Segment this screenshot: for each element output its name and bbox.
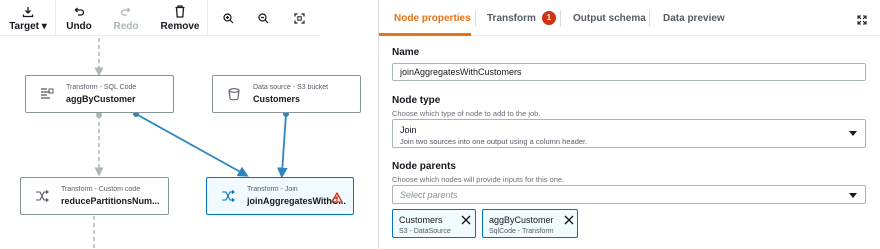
remove-token-icon[interactable] — [564, 215, 574, 225]
node-type-label: Node type — [392, 95, 441, 106]
node-joinaggregates[interactable]: Transform - Join joinAggregatesWithC... — [206, 177, 354, 215]
active-tab-indicator — [379, 33, 471, 36]
join-icon — [213, 190, 243, 202]
token-subtitle: SqlCode - Transform — [489, 228, 554, 235]
name-label: Name — [392, 47, 420, 58]
node-details-panel: Node properties Transform 1 Output schem… — [379, 0, 880, 249]
tab-divider — [560, 10, 561, 26]
node-reducepartitions[interactable]: Transform - Custom code reducePartitions… — [20, 177, 169, 215]
tab-label: Transform — [487, 12, 536, 24]
warning-icon — [331, 190, 343, 208]
node-parents-description: Choose which nodes will provide inputs f… — [392, 175, 565, 184]
token-name: aggByCustomer — [489, 215, 554, 225]
expand-panel-icon[interactable] — [857, 12, 867, 30]
node-type-value-description: Join two sources into one output using a… — [400, 137, 588, 146]
tab-transform[interactable]: Transform 1 — [487, 0, 556, 36]
token-name: Customers — [399, 215, 443, 225]
job-graph-canvas[interactable]: Target ▾ Undo Redo Remove Transform - SQ… — [0, 0, 378, 249]
node-type-label: Transform - Custom code — [61, 186, 141, 193]
tab-data-preview[interactable]: Data preview — [663, 0, 725, 36]
tab-output-schema[interactable]: Output schema — [573, 0, 646, 36]
caret-down-icon — [849, 131, 857, 136]
panel-tabs: Node properties Transform 1 Output schem… — [379, 0, 880, 36]
node-name: aggByCustomer — [66, 94, 136, 104]
parent-token-aggbycustomer: aggByCustomer SqlCode - Transform — [482, 209, 578, 238]
node-parents-label: Node parents — [392, 161, 456, 172]
node-customers[interactable]: Data source - S3 bucket Customers — [212, 75, 361, 113]
tab-label: Data preview — [663, 12, 725, 24]
custom-code-icon — [27, 190, 57, 202]
remove-token-icon[interactable] — [461, 215, 471, 225]
node-parents-select[interactable]: Select parents — [392, 185, 866, 204]
tab-node-properties[interactable]: Node properties — [394, 0, 471, 36]
node-type-select[interactable]: Join Join two sources into one output us… — [392, 119, 866, 148]
sql-code-icon — [32, 88, 62, 100]
node-aggbycustomer[interactable]: Transform - SQL Code aggByCustomer — [25, 75, 174, 113]
node-name-value: joinAggregatesWithCustomers — [400, 67, 522, 77]
node-name-input[interactable]: joinAggregatesWithCustomers — [392, 63, 866, 81]
error-count-badge: 1 — [541, 11, 556, 25]
edge-aggbycustomer-to-join — [135, 113, 249, 177]
s3-bucket-icon — [219, 87, 249, 101]
node-type-description: Choose which type of node to add to the … — [392, 109, 541, 118]
node-type-value: Join — [400, 125, 417, 135]
parent-token-customers: Customers S3 - DataSource — [392, 209, 476, 238]
node-parents-placeholder: Select parents — [400, 190, 458, 200]
tab-label: Node properties — [394, 12, 471, 24]
node-name: reducePartitionsNum... — [61, 196, 160, 206]
tab-divider — [649, 10, 650, 26]
tab-label: Output schema — [573, 12, 646, 24]
edge-customers-to-join — [276, 113, 288, 179]
node-name: Customers — [253, 94, 301, 104]
node-type-label: Transform - SQL Code — [66, 84, 137, 91]
node-type-label: Data source - S3 bucket — [253, 84, 329, 91]
token-subtitle: S3 - DataSource — [399, 228, 451, 235]
tab-divider — [475, 10, 476, 26]
caret-down-icon — [849, 193, 857, 198]
